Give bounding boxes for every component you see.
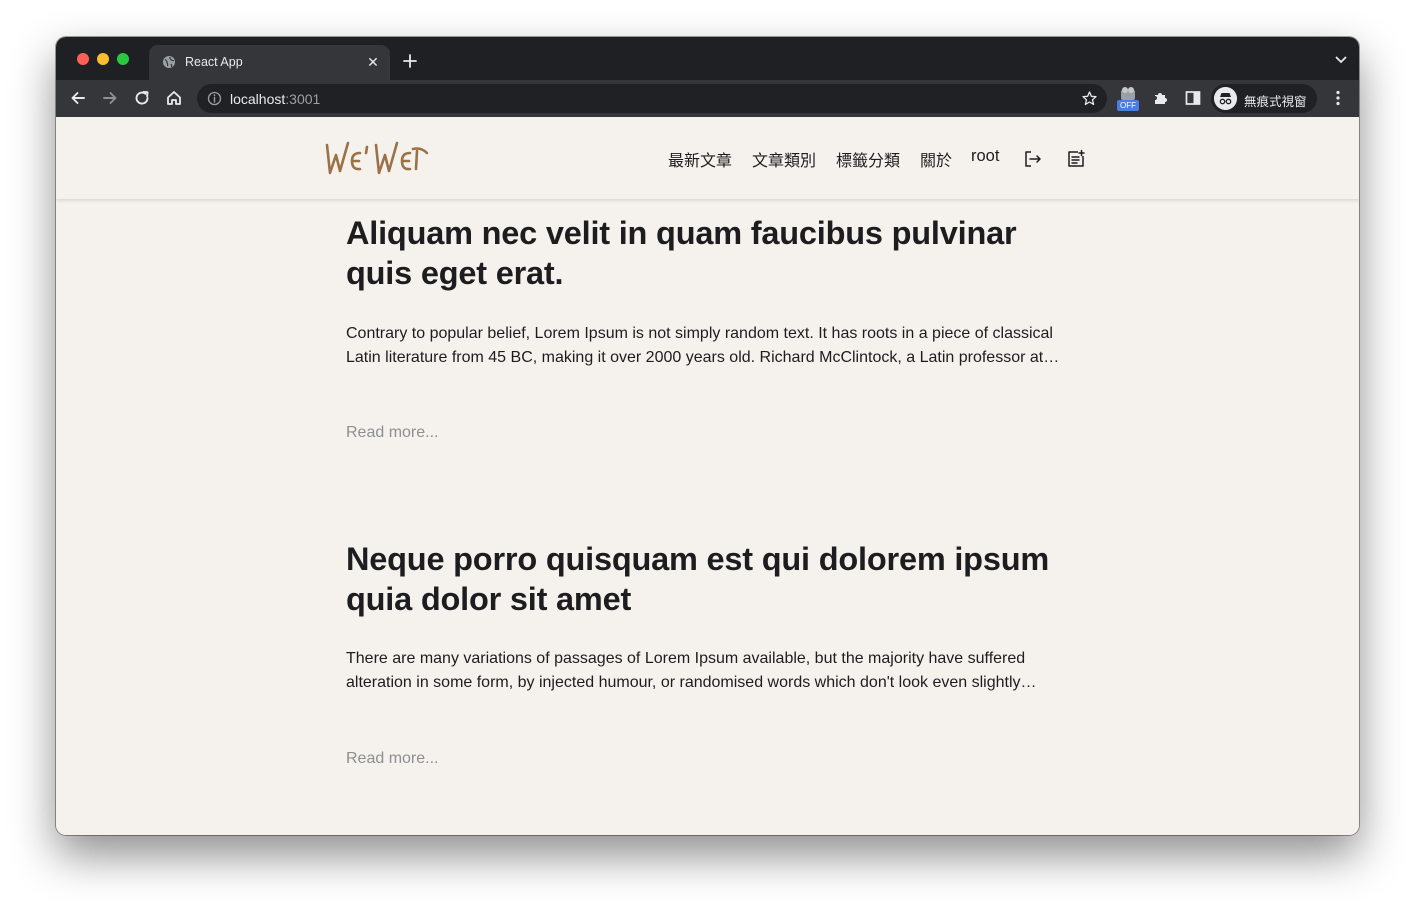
more-vert-icon[interactable] [1329,89,1347,107]
post-excerpt: There are many variations of passages of… [346,650,1026,691]
incognito-icon [1214,87,1237,110]
close-icon[interactable]: ✕ [365,54,381,70]
browser-toolbar: localhost:3001 OFF 無痕式視窗 [56,80,1359,117]
read-more-link[interactable]: Read more... [346,424,438,442]
weiwei-logo[interactable] [324,139,442,179]
side-panel-icon[interactable] [1184,89,1202,107]
globe-icon [163,56,175,68]
minimize-window-button[interactable] [97,53,109,65]
browser-window: React App ✕ localhost:3001 OFF 無痕式視窗 最新文… [56,37,1359,835]
read-more-link[interactable]: Read more... [346,750,438,768]
maximize-window-button[interactable] [117,53,129,65]
info-icon[interactable] [207,91,222,106]
forward-arrow-icon[interactable] [101,89,119,107]
nav-user-root[interactable]: root [971,147,999,166]
reload-icon[interactable] [133,89,151,107]
address-bar[interactable]: localhost:3001 [197,84,1107,113]
bookmark-star-icon[interactable] [1081,90,1098,107]
tab-strip: React App ✕ [56,37,1359,81]
post-card: Aliquam nec velit in quam faucibus pulvi… [346,213,1081,441]
post-title[interactable]: Neque porro quisquam est qui dolorem ips… [346,539,1081,619]
home-icon[interactable] [165,89,183,107]
nav-latest-posts[interactable]: 最新文章 [668,147,732,171]
site-header: 最新文章 文章類別 標籤分類 關於 root [56,117,1359,199]
close-window-button[interactable] [77,53,89,65]
extension-logo-icon [1121,87,1135,100]
logout-icon[interactable] [1023,149,1043,169]
post-title[interactable]: Aliquam nec velit in quam faucibus pulvi… [346,213,1081,293]
plus-icon[interactable] [401,52,419,70]
puzzle-extensions-icon[interactable] [1152,89,1170,107]
extension-off-button[interactable]: OFF [1117,86,1139,112]
extension-badge: OFF [1117,100,1139,111]
page-viewport: 最新文章 文章類別 標籤分類 關於 root Aliquam nec velit… [56,117,1359,835]
browser-tab[interactable]: React App ✕ [149,45,390,81]
nav-tags[interactable]: 標籤分類 [836,147,900,171]
nav-about[interactable]: 關於 [920,147,952,171]
post-excerpt: Contrary to popular belief, Lorem Ipsum … [346,325,1053,366]
post-card: Neque porro quisquam est qui dolorem ips… [346,539,1081,767]
url-text: localhost:3001 [230,91,321,107]
new-post-icon[interactable] [1066,149,1086,169]
incognito-label: 無痕式視窗 [1244,95,1307,109]
back-arrow-icon[interactable] [69,89,87,107]
chevron-down-icon[interactable] [1335,55,1347,65]
incognito-profile-button[interactable]: 無痕式視窗 [1211,84,1317,113]
tab-title: React App [185,55,243,69]
nav-categories[interactable]: 文章類別 [752,147,816,171]
